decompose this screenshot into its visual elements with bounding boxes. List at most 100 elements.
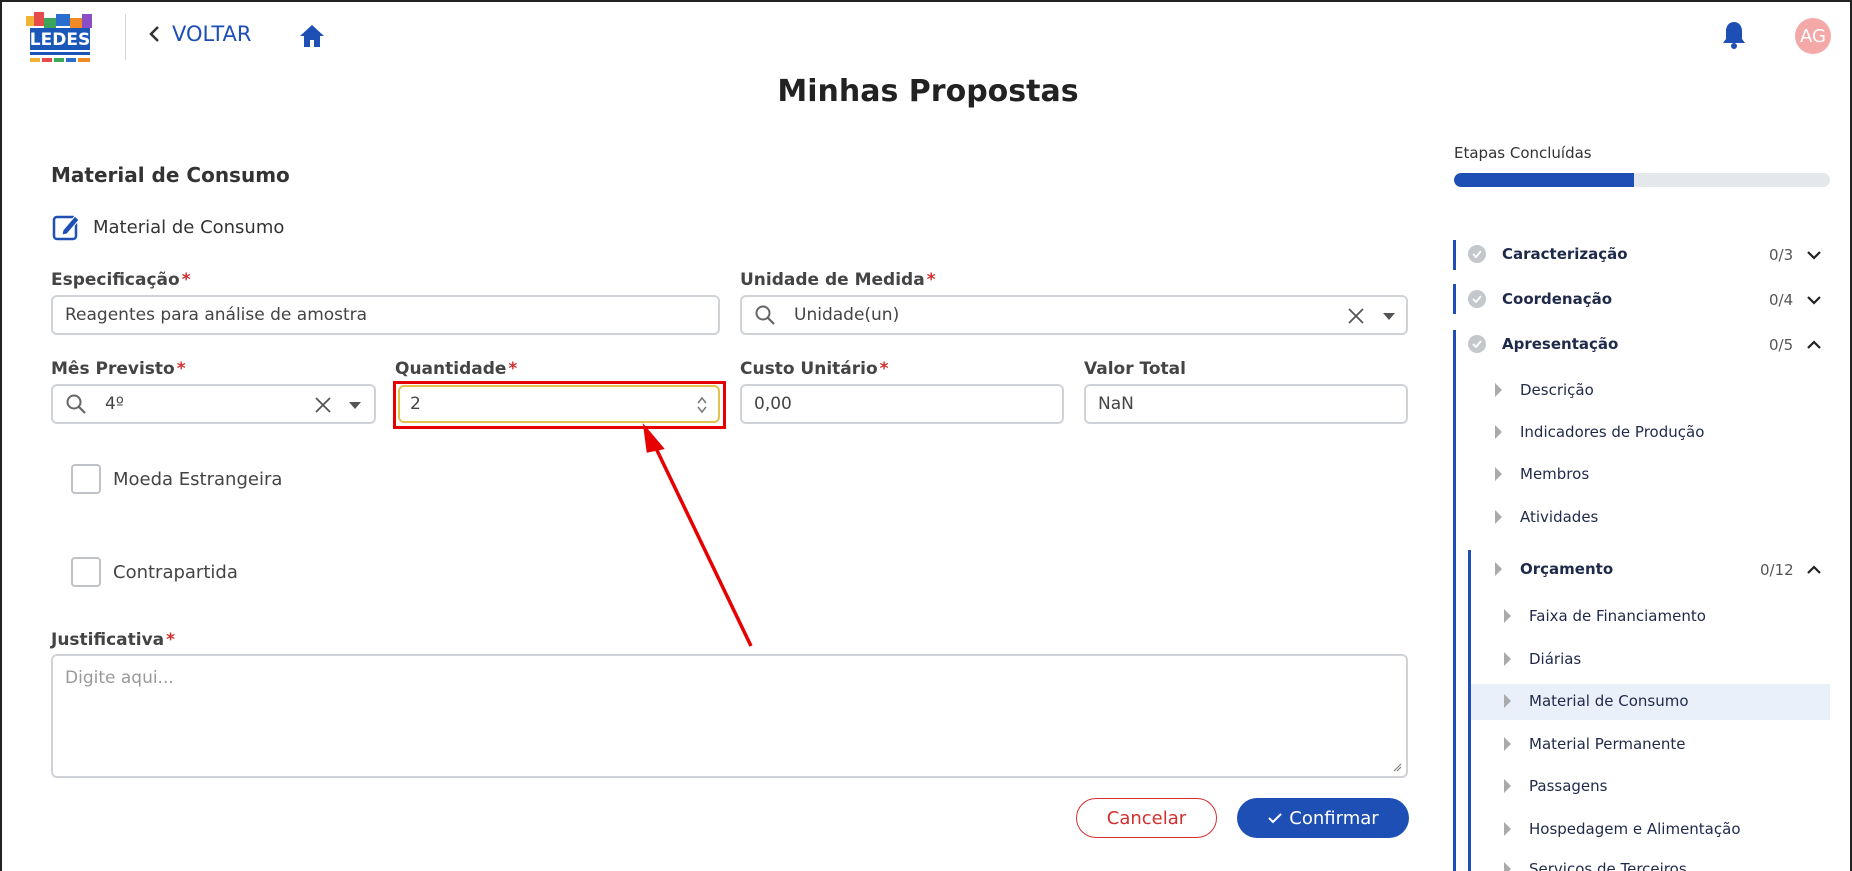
justificativa-placeholder: Digite aqui... [65,668,174,688]
sidebar-item-label: Passagens [1529,777,1608,795]
check-icon [1268,813,1283,824]
sidebar-item-label: Indicadores de Produção [1520,423,1705,441]
required-asterisk: * [176,359,186,379]
caret-right-icon [1495,425,1502,439]
sidebar-count: 0/4 [1769,291,1794,309]
sidebar-item-label: Caracterização [1502,245,1628,263]
contrapartida-checkbox[interactable] [71,557,101,587]
chevron-up-icon[interactable] [1807,340,1821,350]
custo-label: Custo Unitário * [740,359,889,379]
app-window: LEDES VOLTAR AG Minhas Propostas Materia… [0,0,1852,871]
sidebar-item-atividades[interactable]: Atividades [1495,508,1598,526]
sidebar-item-label: Apresentação [1502,335,1619,353]
custo-label-text: Custo Unitário [740,359,878,379]
page-title: Minhas Propostas [777,74,1079,109]
sidebar-item-passagens[interactable]: Passagens [1504,777,1607,795]
moeda-estrangeira-label: Moeda Estrangeira [113,468,283,490]
section-title: Material de Consumo [51,163,290,187]
sidebar-item-descricao[interactable]: Descrição [1495,381,1594,399]
custo-value: 0,00 [754,394,792,414]
chevron-left-icon [149,26,159,42]
especificacao-value: Reagentes para análise de amostra [65,305,368,325]
caret-right-icon [1504,737,1511,751]
sidebar-item-indicadores[interactable]: Indicadores de Produção [1495,423,1704,441]
sidebar-item-label: Orçamento [1520,560,1614,578]
mes-select[interactable]: 4º [51,384,376,424]
custo-input[interactable]: 0,00 [740,384,1064,424]
contrapartida-label: Contrapartida [113,561,238,583]
sidebar-item-coordenacao[interactable]: Coordenação [1468,290,1612,308]
caret-right-icon [1495,467,1502,481]
bell-icon[interactable] [1720,20,1748,50]
section-indicator [1453,240,1456,270]
caret-right-icon [1504,779,1511,793]
required-asterisk: * [508,359,518,379]
sidebar-item-material-permanente[interactable]: Material Permanente [1504,735,1686,753]
especificacao-input[interactable]: Reagentes para análise de amostra [51,295,720,335]
sidebar-item-label: Faixa de Financiamento [1529,607,1706,625]
unidade-label: Unidade de Medida * [740,270,936,290]
sidebar-item-membros[interactable]: Membros [1495,465,1589,483]
sidebar-item-diarias[interactable]: Diárias [1504,650,1581,668]
edit-item-line[interactable]: Material de Consumo [51,212,284,242]
chevron-up-icon[interactable] [1807,565,1821,575]
search-icon [755,305,775,325]
unidade-value: Unidade(un) [794,305,900,325]
clear-icon[interactable] [313,395,333,415]
justificativa-label-text: Justificativa [51,630,165,650]
caret-right-icon [1495,562,1502,576]
sidebar-count: 0/5 [1769,336,1794,354]
confirm-button[interactable]: Confirmar [1237,798,1409,838]
required-asterisk: * [181,270,191,290]
sidebar-item-label: Atividades [1520,508,1599,526]
sidebar-item-hospedagem[interactable]: Hospedagem e Alimentação [1504,820,1741,838]
justificativa-textarea[interactable]: Digite aqui... [51,654,1408,778]
resize-handle-icon[interactable] [1392,762,1402,772]
check-circle-icon [1468,245,1486,263]
sidebar-item-orcamento[interactable]: Orçamento [1495,560,1613,578]
sidebar-item-label: Material de Consumo [1529,692,1689,710]
required-asterisk: * [926,270,936,290]
caret-right-icon [1495,383,1502,397]
sidebar-item-servicos-terceiros[interactable]: Serviços de Terceiros [1504,860,1687,871]
progress-fill [1454,173,1635,187]
sidebar-item-faixa[interactable]: Faixa de Financiamento [1504,607,1706,625]
chevron-down-icon[interactable] [348,400,362,410]
sidebar-item-caracterizacao[interactable]: Caracterização [1468,245,1628,263]
section-indicator [1453,330,1456,871]
sidebar-item-label: Coordenação [1502,290,1613,308]
moeda-estrangeira-checkbox-row[interactable]: Moeda Estrangeira [71,464,282,494]
chevron-down-icon[interactable] [1382,311,1396,321]
clear-icon[interactable] [1346,306,1366,326]
valor-total-label: Valor Total [1084,359,1186,379]
avatar[interactable]: AG [1795,18,1831,54]
caret-right-icon [1504,822,1511,836]
unidade-label-text: Unidade de Medida [740,270,925,290]
especificacao-label: Especificação * [51,270,191,290]
edit-item-label: Material de Consumo [93,216,285,238]
sidebar-count: 0/3 [1769,246,1794,264]
unidade-select[interactable]: Unidade(un) [740,295,1408,335]
sidebar-item-apresentacao[interactable]: Apresentação [1468,335,1618,353]
confirm-label: Confirmar [1289,807,1379,829]
mes-label: Mês Previsto * [51,359,186,379]
sidebar-item-label: Descrição [1520,381,1594,399]
caret-right-icon [1504,694,1511,708]
edit-icon [52,215,80,241]
sidebar-item-material-consumo[interactable]: Material de Consumo [1504,692,1689,710]
home-icon[interactable] [298,22,326,50]
chevron-down-icon[interactable] [1807,295,1821,305]
cancel-button[interactable]: Cancelar [1076,798,1217,838]
back-label: VOLTAR [172,22,252,46]
valor-total-input[interactable]: NaN [1084,384,1408,424]
sidebar-item-label: Hospedagem e Alimentação [1529,820,1741,838]
chevron-down-icon[interactable] [1807,250,1821,260]
eldes-logo: LEDES [26,12,92,62]
moeda-estrangeira-checkbox[interactable] [71,464,101,494]
required-asterisk: * [879,359,889,379]
check-circle-icon [1468,335,1486,353]
sidebar-count: 0/12 [1760,561,1794,579]
sidebar-item-label: Serviços de Terceiros [1529,860,1687,871]
contrapartida-checkbox-row[interactable]: Contrapartida [71,557,238,587]
back-button[interactable]: VOLTAR [148,22,252,46]
